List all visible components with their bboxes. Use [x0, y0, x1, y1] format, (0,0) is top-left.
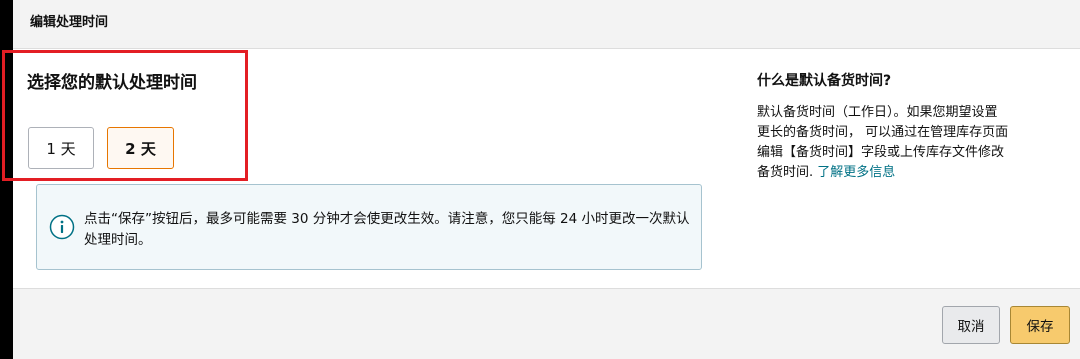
modal-title: 编辑处理时间 [30, 15, 109, 30]
learn-more-link[interactable]: 了解更多信息 [817, 165, 895, 180]
help-line: 编辑【备货时间】字段或上传库存文件修改 [757, 145, 1005, 160]
help-line-prefix: 备货时间. [757, 165, 818, 180]
help-line: 默认备货时间（工作日）。如果您期望设置 [757, 105, 998, 120]
left-edge-strip [0, 0, 13, 359]
help-text: 默认备货时间（工作日）。如果您期望设置 更长的备货时间， 可以通过在管理库存页面… [757, 103, 1057, 183]
help-title: 什么是默认备货时间? [757, 73, 892, 89]
save-button[interactable]: 保存 [1010, 306, 1070, 344]
option-2-day-button[interactable]: 2 天 [107, 127, 174, 169]
section-title: 选择您的默认处理时间 [27, 73, 197, 93]
option-1-day-button[interactable]: 1 天 [28, 127, 94, 169]
info-icon [49, 214, 75, 240]
info-alert: 点击“保存”按钮后，最多可能需要 30 分钟才会使更改生效。请注意，您只能每 2… [36, 184, 702, 270]
cancel-button[interactable]: 取消 [942, 306, 1000, 344]
help-line: 更长的备货时间， 可以通过在管理库存页面 [757, 125, 1009, 140]
modal-header: 编辑处理时间 [13, 0, 1080, 49]
modal-footer [13, 288, 1080, 359]
help-line-last: 备货时间. 了解更多信息 [757, 163, 1057, 183]
info-text: 点击“保存”按钮后，最多可能需要 30 分钟才会使更改生效。请注意，您只能每 2… [84, 211, 690, 248]
